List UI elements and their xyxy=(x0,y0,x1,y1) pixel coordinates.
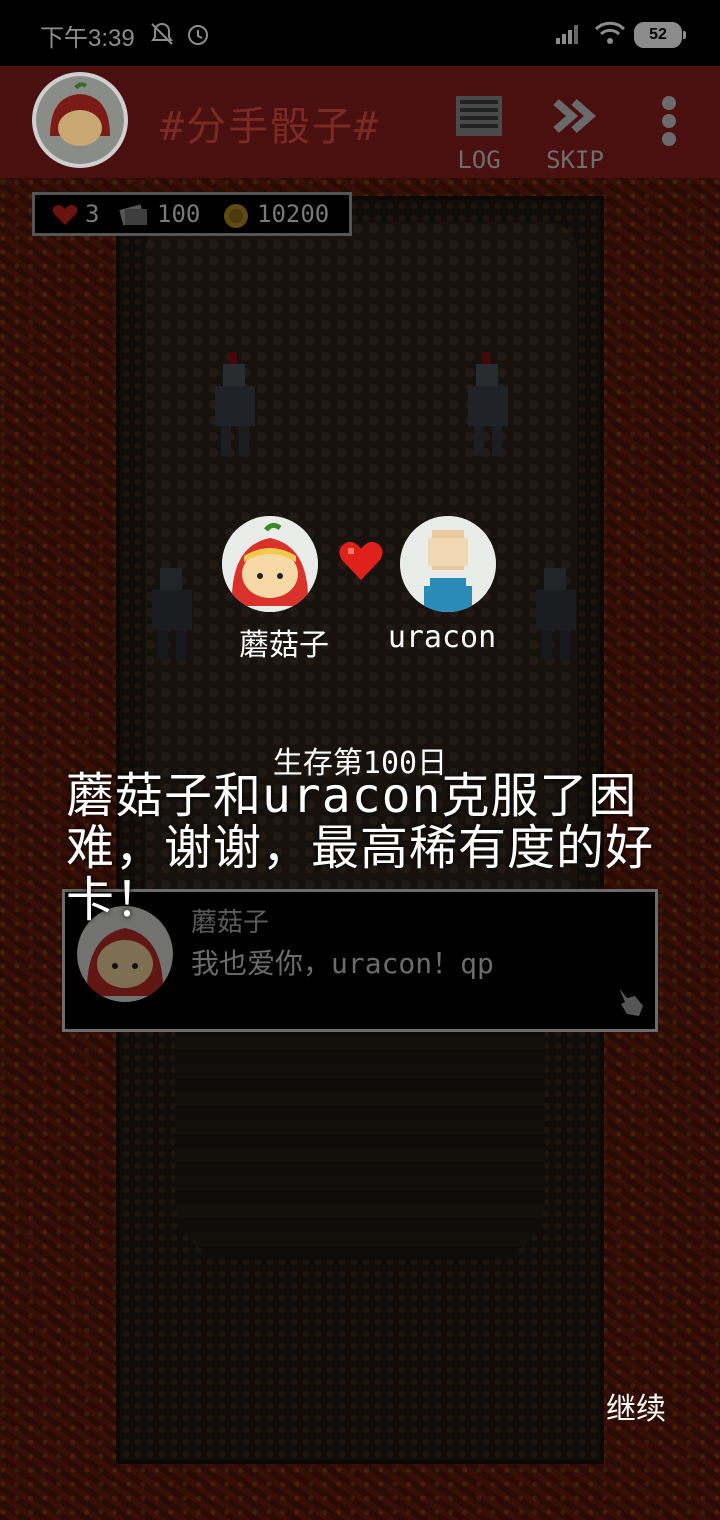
avatar-pixel-person-icon xyxy=(400,516,496,612)
skip-label: SKIP xyxy=(546,146,604,174)
page-title: #分手骰子# xyxy=(160,104,381,150)
player-avatar[interactable] xyxy=(32,72,128,168)
log-button[interactable]: LOG xyxy=(454,94,504,174)
continue-button[interactable]: 继续 xyxy=(606,1384,666,1428)
hearts-count: 3 xyxy=(85,200,100,228)
coins-count: 10200 xyxy=(257,200,330,228)
skip-forward-icon xyxy=(553,98,597,134)
player-name: 蘑菇子 xyxy=(239,628,329,663)
heart-icon xyxy=(52,205,78,225)
partner-avatar xyxy=(400,516,496,612)
avatar-girl-icon xyxy=(36,76,124,164)
stats-bar: 3 100 10200 xyxy=(32,192,352,236)
partner-name: uracon xyxy=(387,620,497,655)
avatar-girl-icon xyxy=(222,516,318,612)
card-deck-icon xyxy=(119,204,147,226)
coin-icon xyxy=(224,204,248,228)
dialog-line: 我也爱你，uracon！qp xyxy=(191,947,494,980)
more-menu-icon[interactable] xyxy=(662,96,676,150)
pointing-hand-icon xyxy=(619,988,643,1016)
log-list-icon xyxy=(456,96,502,136)
cards-count: 100 xyxy=(157,200,201,228)
result-message: 蘑菇子和uracon克服了困难，谢谢，最高稀有度的好卡！ xyxy=(66,768,655,928)
top-bar: #分手骰子# LOG SKIP xyxy=(0,66,720,178)
heart-icon xyxy=(339,541,383,580)
game-screen: 下午3:39 52 #分手骰子# LOG SKIP 3 100 10200 蘑菇… xyxy=(0,0,720,1520)
log-label: LOG xyxy=(457,146,501,174)
skip-button[interactable]: SKIP xyxy=(542,94,608,174)
player-avatar-large xyxy=(222,516,318,612)
